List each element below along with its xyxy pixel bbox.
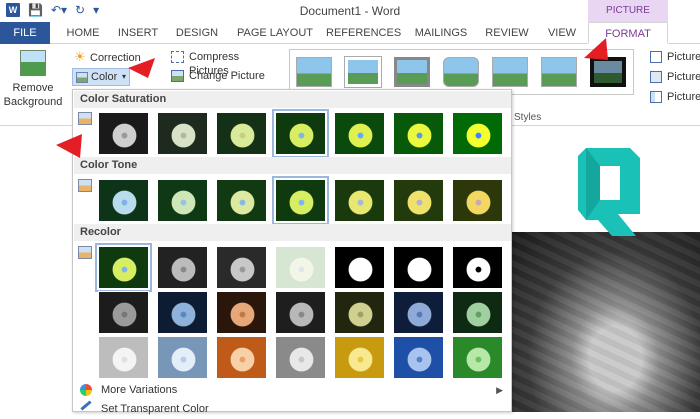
red-arrow-color-button	[128, 58, 155, 78]
annotation-arrows	[56, 38, 608, 158]
red-arrow-saturation	[56, 134, 82, 158]
red-arrow-format-tab	[584, 38, 608, 60]
